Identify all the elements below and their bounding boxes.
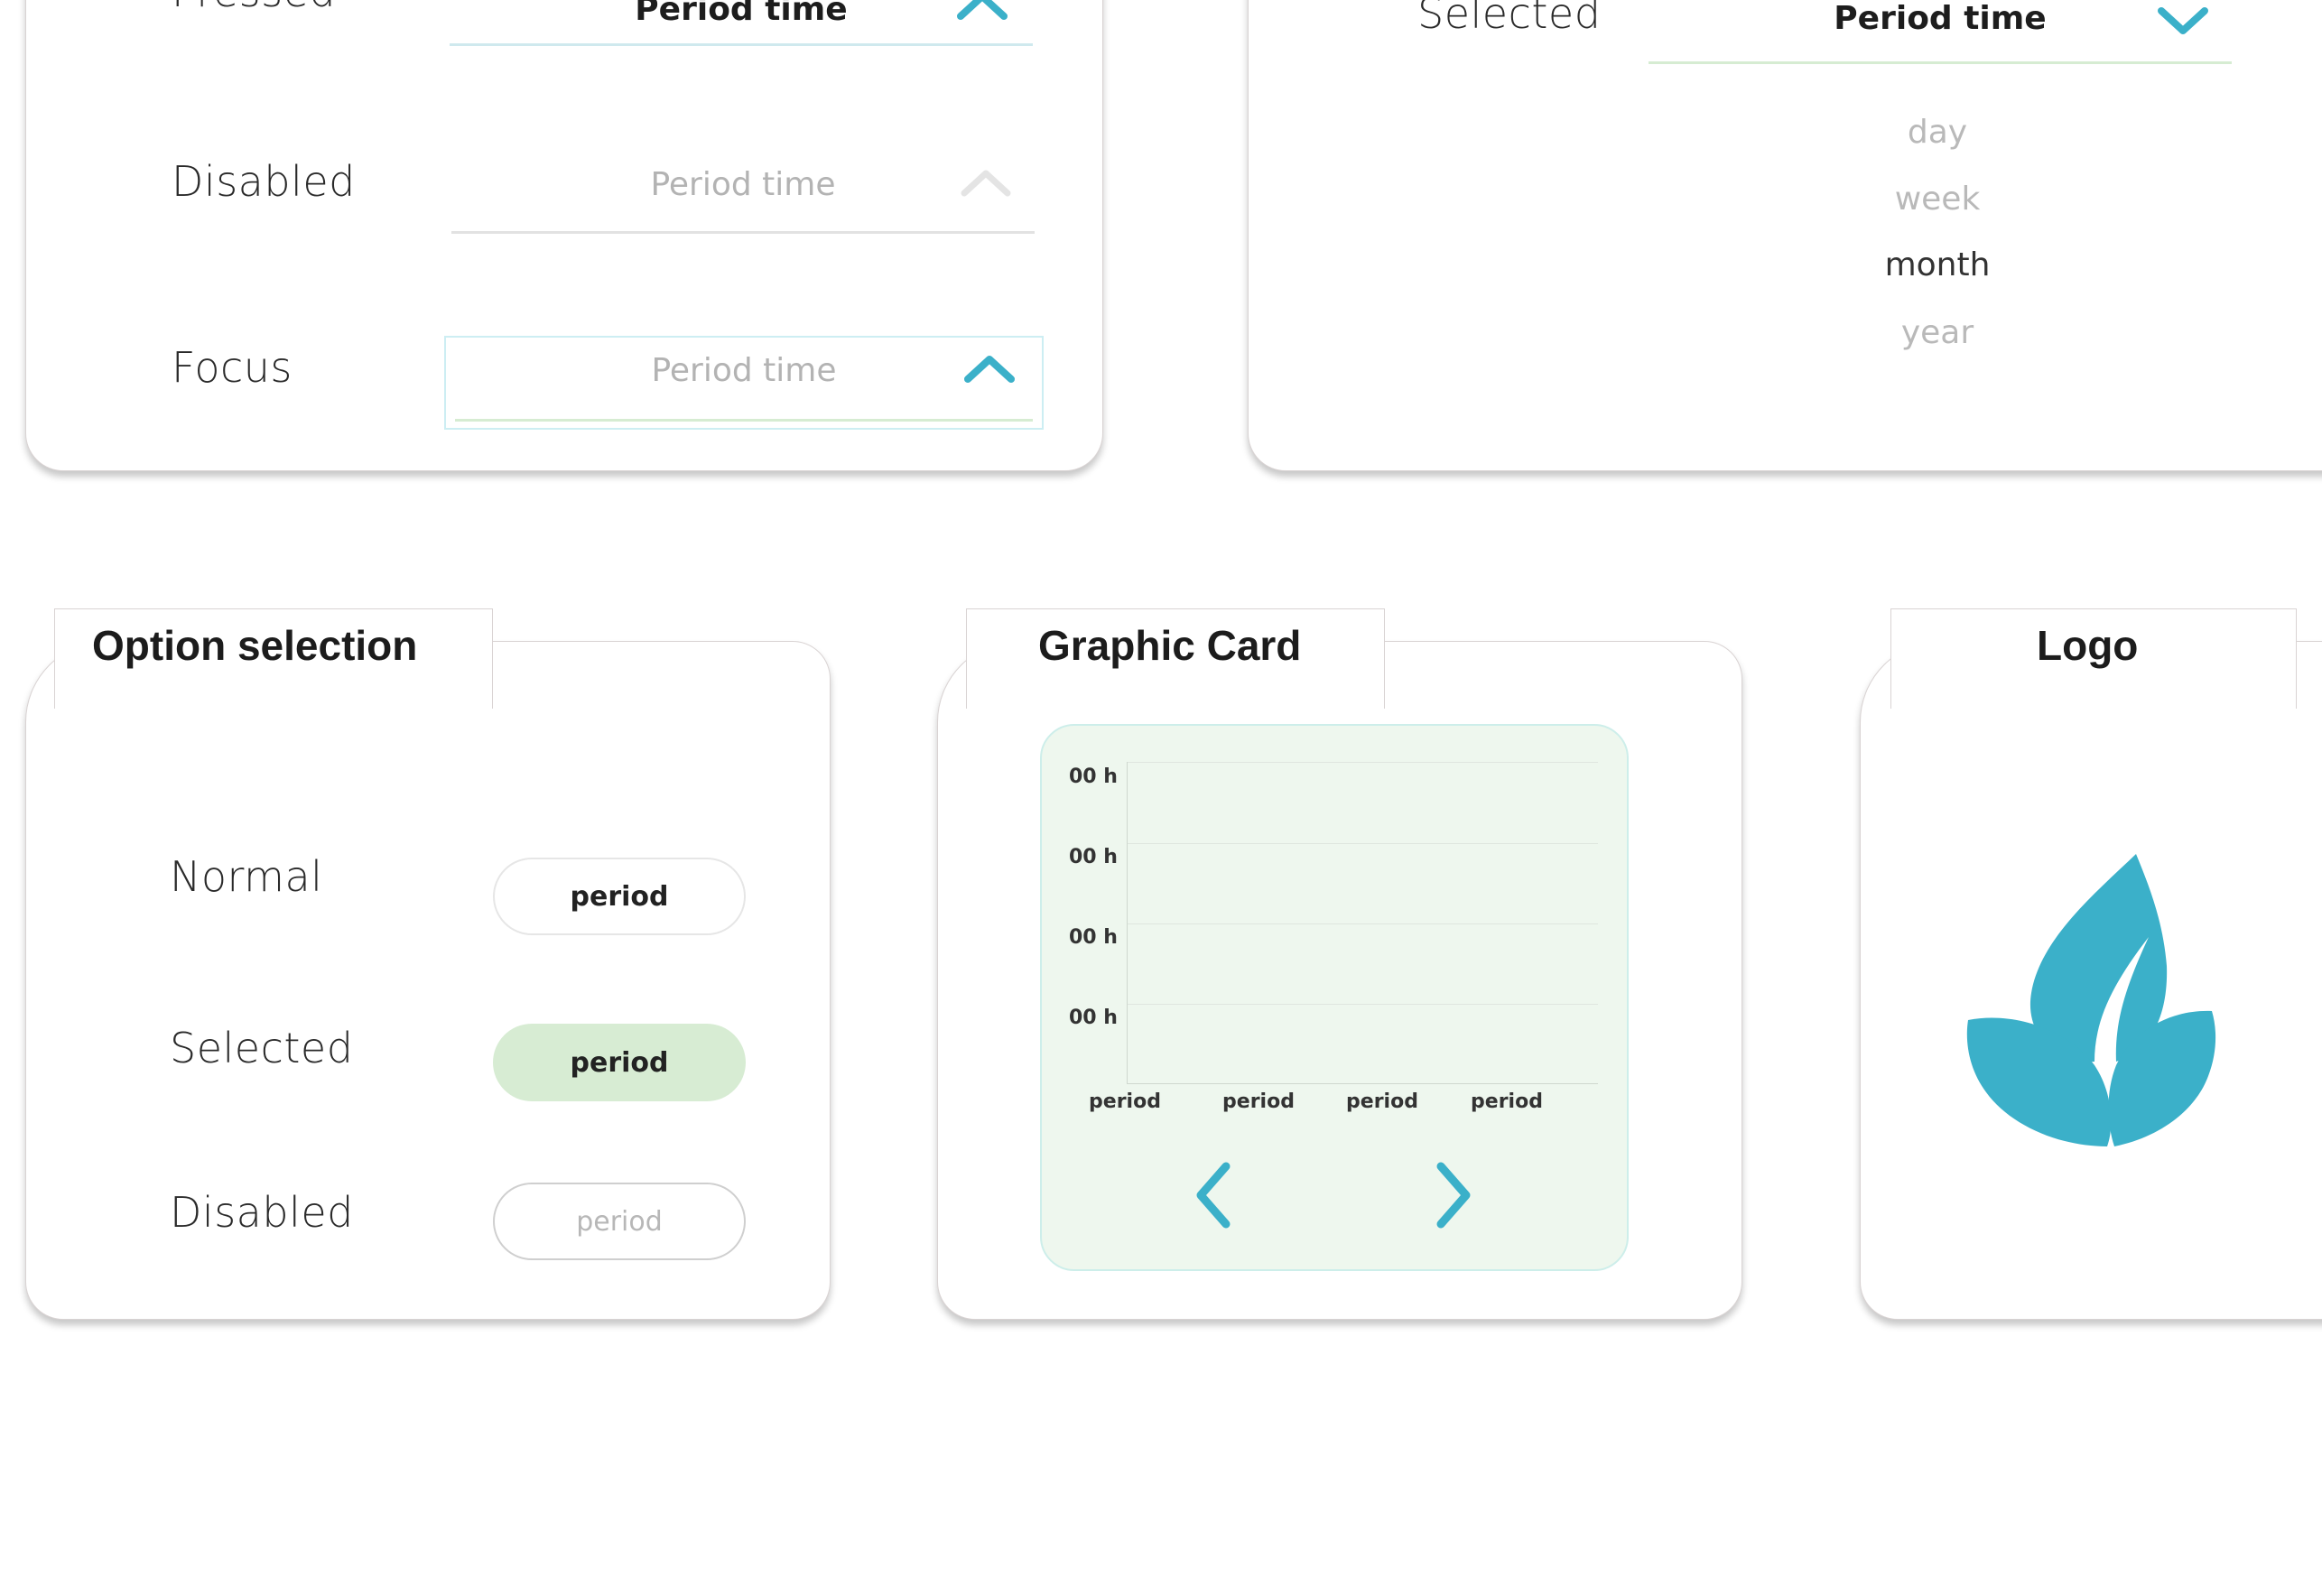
graphic-card-title: Graphic Card [1038,622,1302,669]
pressed-dropdown-value: Period time [635,0,848,28]
logo-card-title: Logo [2037,622,2139,669]
y-tick-label: 00 h [1069,846,1118,868]
chevron-right-icon[interactable] [1426,1159,1477,1231]
y-axis-line [1127,762,1128,1084]
y-tick-label: 00 h [1069,766,1118,788]
dropdown-option[interactable]: day [1802,114,2073,151]
disabled-dropdown-value: Period time [650,166,836,203]
x-tick-label: period [1089,1090,1161,1113]
disabled-label: Disabled [172,157,356,206]
dropdown-option-selected[interactable]: month [1802,246,2073,283]
gridline [1127,762,1598,763]
focus-label: Focus [172,343,293,392]
period-button-disabled: period [493,1183,746,1260]
y-tick-label: 00 h [1069,926,1118,949]
period-button-selected[interactable]: period [493,1024,746,1101]
pressed-label: Pressed [172,0,336,16]
chevron-up-icon [961,170,1011,197]
option-selected-label: Selected [170,1024,354,1072]
option-selection-title: Option selection [92,622,418,669]
x-tick-label: period [1471,1090,1543,1113]
pressed-dropdown[interactable]: Period time [450,0,1033,47]
focus-dropdown[interactable]: Period time [444,336,1044,430]
x-tick-label: period [1222,1090,1295,1113]
chevron-up-icon[interactable] [962,350,1017,386]
dropdown-option[interactable]: week [1802,181,2073,218]
leaf-logo-icon [1966,854,2216,1146]
gridline [1127,923,1598,924]
dropdown-option[interactable]: year [1802,314,2073,351]
option-disabled-label: Disabled [170,1188,354,1237]
open-dropdown[interactable]: Period time [1649,0,2232,78]
x-tick-label: period [1346,1090,1418,1113]
x-axis-line [1127,1083,1598,1084]
y-tick-label: 00 h [1069,1007,1118,1029]
open-dropdown-value: Period time [1834,0,2047,37]
selected-dropdown-label: Selected [1417,0,1602,38]
chart-area: 00 h 00 h 00 h 00 h period period period… [1040,724,1629,1271]
focus-dropdown-value: Period time [651,352,837,389]
chevron-left-icon[interactable] [1190,1159,1240,1231]
period-button-normal[interactable]: period [493,858,746,935]
option-normal-label: Normal [170,852,323,901]
gridline [1127,843,1598,844]
gridline [1127,1004,1598,1005]
disabled-dropdown: Period time [451,153,1035,237]
chevron-up-icon[interactable] [955,0,1009,23]
chevron-down-icon[interactable] [2156,2,2210,38]
